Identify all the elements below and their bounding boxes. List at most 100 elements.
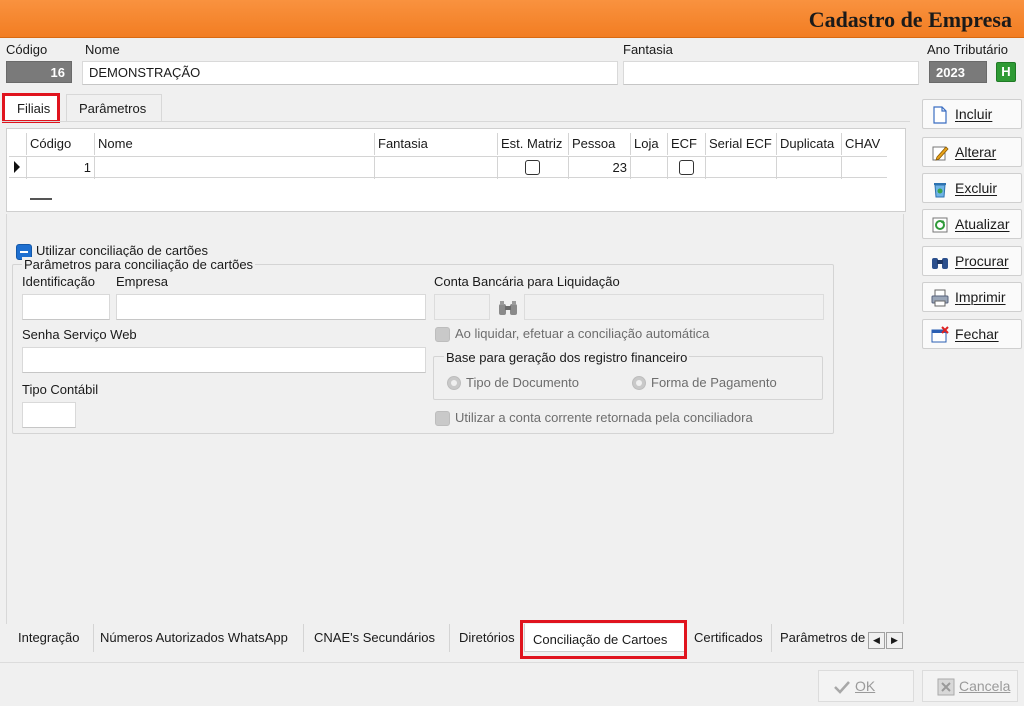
procurar-label: Procurar: [955, 253, 1009, 269]
bottom-tab-strip: Integração Números Autorizados WhatsApp …: [8, 624, 908, 656]
conta-bancaria-label: Conta Bancária para Liquidação: [434, 274, 620, 289]
grid-scroll-handle[interactable]: [30, 198, 52, 200]
forma-pagamento-label: Forma de Pagamento: [651, 375, 777, 390]
col-ecf[interactable]: ECF: [668, 133, 706, 155]
ok-button[interactable]: OK: [818, 670, 914, 702]
grid-indicator-header: [9, 133, 27, 155]
excluir-label: Excluir: [955, 180, 998, 196]
tab-numeros-whatsapp[interactable]: Números Autorizados WhatsApp: [94, 624, 304, 652]
cell-serial-ecf[interactable]: [706, 157, 777, 179]
tipo-documento-radio[interactable]: [447, 376, 461, 390]
binoculars-icon[interactable]: [497, 299, 519, 317]
codigo-label: Código: [6, 42, 48, 57]
tabs-scroll-right-button[interactable]: ▶: [886, 632, 903, 649]
conta-bancaria-desc-input[interactable]: [524, 294, 824, 320]
printer-icon: [931, 289, 949, 307]
atualizar-label: Atualizar: [955, 216, 1010, 232]
utilizar-conciliacao-label: Utilizar conciliação de cartões: [36, 243, 208, 258]
tipo-documento-label: Tipo de Documento: [466, 375, 579, 390]
empresa-label: Empresa: [116, 274, 169, 289]
ecf-checkbox[interactable]: [679, 160, 694, 175]
row-pointer-icon: [14, 161, 20, 173]
tab-parametros[interactable]: Parâmetros: [66, 94, 162, 122]
cell-fantasia[interactable]: [375, 157, 498, 179]
cell-ecf[interactable]: [668, 157, 706, 179]
identificacao-input[interactable]: [22, 294, 110, 320]
utilizar-conta-corrente-checkbox[interactable]: [435, 411, 450, 426]
tab-certificados[interactable]: Certificados: [688, 624, 772, 652]
atualizar-button[interactable]: Atualizar: [922, 209, 1022, 239]
conciliacao-tab-highlight: [520, 620, 687, 659]
ao-liquidar-label: Ao liquidar, efetuar a conciliação autom…: [455, 326, 710, 341]
alterar-label: Alterar: [955, 144, 997, 160]
binoculars-icon: [932, 258, 948, 269]
ano-tributario-field[interactable]: 2023: [929, 61, 987, 83]
table-row[interactable]: 1 23: [9, 156, 887, 179]
recycle-bin-icon: [934, 183, 946, 198]
tab-diretorios[interactable]: Diretórios: [453, 624, 523, 652]
close-window-icon: [931, 326, 949, 343]
window-title: Cadastro de Empresa: [808, 7, 1012, 32]
incluir-button[interactable]: Incluir: [922, 99, 1022, 129]
tabs-scroll-left-button[interactable]: ◀: [868, 632, 885, 649]
senha-servico-web-input[interactable]: [22, 347, 426, 373]
cell-pessoa[interactable]: 23: [569, 157, 631, 179]
col-codigo[interactable]: Código: [27, 133, 95, 155]
grid-header: Código Nome Fantasia Est. Matriz Pessoa …: [9, 133, 887, 155]
parametros-conciliacao-title: Parâmetros para conciliação de cartões: [22, 257, 256, 272]
col-nome[interactable]: Nome: [95, 133, 375, 155]
codigo-field[interactable]: 16: [6, 61, 72, 83]
procurar-button[interactable]: Procurar: [922, 246, 1022, 276]
ao-liquidar-checkbox[interactable]: [435, 327, 450, 342]
cell-codigo[interactable]: 1: [27, 157, 95, 179]
imprimir-button[interactable]: Imprimir: [922, 282, 1022, 312]
cell-duplicata[interactable]: [777, 157, 842, 179]
forma-pagamento-radio[interactable]: [632, 376, 646, 390]
empresa-input[interactable]: [116, 294, 426, 320]
excluir-button[interactable]: Excluir: [922, 173, 1022, 203]
conta-bancaria-code-input[interactable]: [434, 294, 490, 320]
cell-nome[interactable]: [95, 157, 375, 179]
refresh-icon: [932, 217, 948, 233]
cancel-icon: [937, 678, 955, 696]
est-matriz-checkbox[interactable]: [525, 160, 540, 175]
cell-est-matriz[interactable]: [498, 157, 569, 179]
ok-label: OK: [855, 678, 876, 694]
col-pessoa[interactable]: Pessoa: [569, 133, 631, 155]
checkmark-icon: [834, 681, 850, 694]
col-est-matriz[interactable]: Est. Matriz: [498, 133, 569, 155]
cell-chav[interactable]: [842, 157, 887, 179]
col-fantasia[interactable]: Fantasia: [375, 133, 498, 155]
col-chav[interactable]: CHAV: [842, 133, 887, 155]
tab-cnae-secundarios[interactable]: CNAE's Secundários: [308, 624, 450, 652]
alterar-button[interactable]: Alterar: [922, 137, 1022, 167]
document-icon: [933, 106, 947, 124]
tab-parametros-de[interactable]: Parâmetros de: [774, 624, 866, 652]
row-indicator: [9, 157, 27, 179]
nome-field[interactable]: DEMONSTRAÇÃO: [82, 61, 618, 85]
ano-tributario-label: Ano Tributário: [927, 42, 1008, 57]
ano-h-button[interactable]: H: [996, 62, 1016, 82]
fantasia-label: Fantasia: [623, 42, 673, 57]
title-bar: Cadastro de Empresa: [0, 0, 1024, 38]
utilizar-conta-corrente-label: Utilizar a conta corrente retornada pela…: [455, 410, 753, 425]
nome-label: Nome: [85, 42, 120, 57]
imprimir-label: Imprimir: [955, 289, 1006, 305]
incluir-label: Incluir: [955, 106, 993, 122]
base-geracao-title: Base para geração dos registro financeir…: [444, 350, 690, 365]
col-loja[interactable]: Loja: [631, 133, 668, 155]
tipo-contabil-label: Tipo Contábil: [22, 382, 99, 397]
footer-divider: [0, 662, 1024, 663]
cancela-button[interactable]: Cancela: [922, 670, 1018, 702]
fantasia-field[interactable]: [623, 61, 919, 85]
filiais-highlight: [2, 93, 60, 123]
tab-divider: [2, 121, 910, 122]
filiais-grid-panel: Código Nome Fantasia Est. Matriz Pessoa …: [6, 128, 906, 212]
tipo-contabil-input[interactable]: [22, 402, 76, 428]
col-serial-ecf[interactable]: Serial ECF: [706, 133, 777, 155]
fechar-button[interactable]: Fechar: [922, 319, 1022, 349]
tab-integracao[interactable]: Integração: [12, 624, 94, 652]
cell-loja[interactable]: [631, 157, 668, 179]
cancela-label: Cancela: [959, 678, 1011, 694]
col-duplicata[interactable]: Duplicata: [777, 133, 842, 155]
